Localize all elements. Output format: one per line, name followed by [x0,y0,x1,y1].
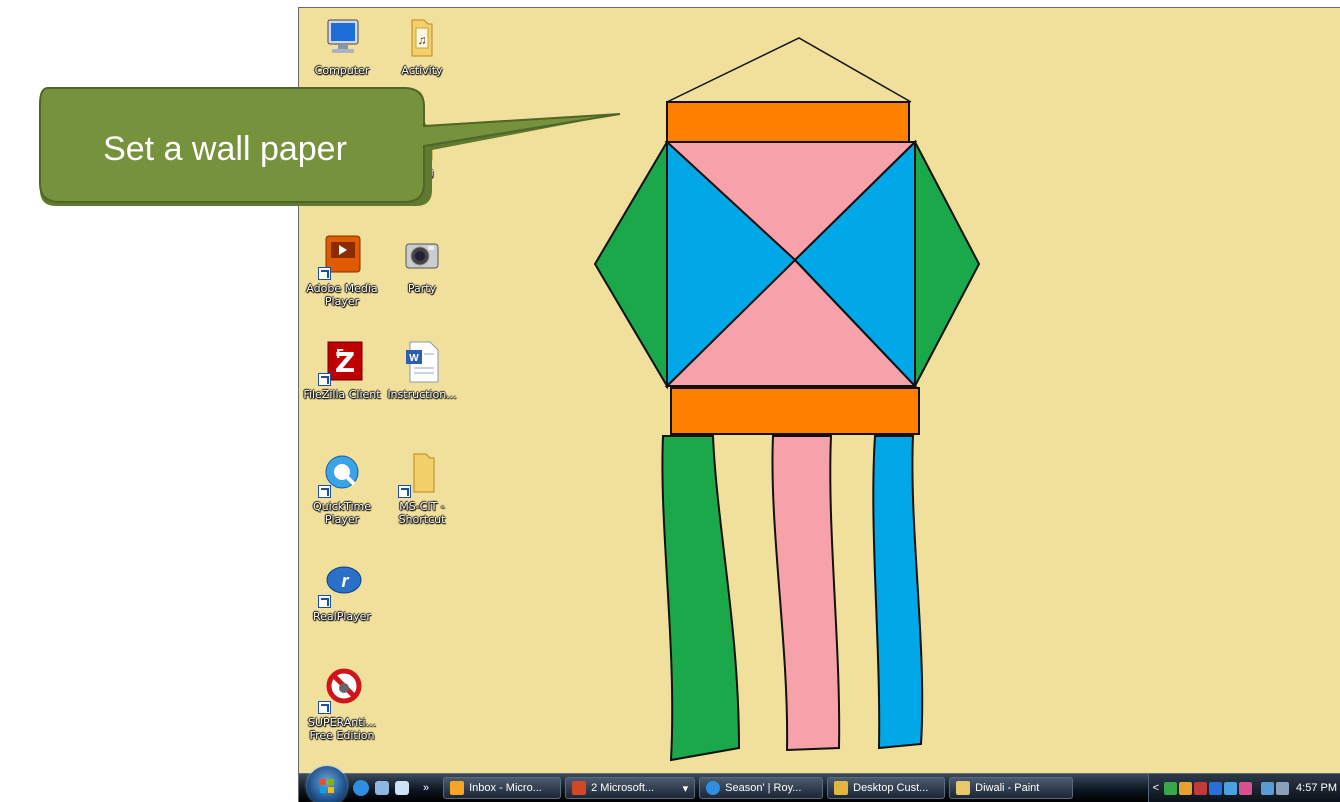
desktop-icon-label: RealPlayer [313,610,371,623]
taskbar-button-label: Season' | Roy... [725,782,802,794]
desktop-icon-instruction-doc[interactable]: W Instruction... [383,338,461,401]
desktop-icon-superantispyware[interactable]: SUPERAnti... Free Edition [303,666,381,742]
folder-icon [398,450,446,498]
taskbar-button-label: 2 Microsoft... [591,782,655,794]
paint-icon [956,781,971,795]
quicktime-icon [318,450,366,498]
taskbar-button-label: Inbox - Micro... [469,782,542,794]
desktop-icon-adobe-media-player[interactable]: Adobe Media Player [303,232,381,308]
desktop-icon-party[interactable]: Party [383,232,461,295]
control-panel-icon [834,781,849,795]
tray-app-icon[interactable] [1194,781,1208,795]
tray-app-icon[interactable] [1224,781,1238,795]
shortcut-arrow-icon [318,267,331,280]
system-tray: < 4:57 PM [1147,774,1340,802]
show-desktop-icon[interactable] [375,781,389,795]
shortcut-arrow-icon [318,701,331,714]
desktop-icon-label: Party [407,282,437,295]
taskbar-button-label: Desktop Cust... [853,782,929,794]
desktop-icon-label: Adobe Media Player [306,282,378,308]
filezilla-icon: ZF [318,338,366,386]
tray-app-icon[interactable] [1179,781,1193,795]
tray-expand-button[interactable]: < [1153,782,1159,794]
svg-text:F: F [336,347,344,361]
svg-text:W: W [409,353,419,364]
shortcut-arrow-icon [318,485,331,498]
desktop-icon-label: MS-CIT - Shortcut [398,500,446,526]
adobe-media-player-icon [318,232,366,280]
taskbar-button-desktop-customization[interactable]: Desktop Cust... [827,777,946,799]
desktop-icon-label: SUPERAnti... Free Edition [307,716,377,742]
realplayer-icon: r [318,560,366,608]
svg-text:r: r [341,571,349,591]
taskbar: » Inbox - Micro... 2 Microsoft... ▾ Seas… [299,766,1340,802]
taskbar-button-inbox[interactable]: Inbox - Micro... [443,777,562,799]
shortcut-arrow-icon [318,595,331,608]
taskbar-button-label: Diwali - Paint [975,782,1040,794]
shortcut-arrow-icon [398,485,411,498]
clock[interactable]: 4:57 PM [1296,782,1337,794]
quicklaunch-overflow[interactable]: » [423,782,429,794]
desktop-icon-label: FileZilla Client [303,388,381,401]
desktop-icon-realplayer[interactable]: r RealPlayer [303,560,381,623]
volume-icon[interactable] [1276,781,1290,795]
network-icon[interactable] [1261,781,1275,795]
taskbar-button-diwali-paint[interactable]: Diwali - Paint [949,777,1074,799]
desktop-icon-filezilla[interactable]: ZF FileZilla Client [303,338,381,401]
camera-icon [398,232,446,280]
word-document-icon: W [398,338,446,386]
tray-app-icon[interactable] [1239,781,1253,795]
desktop-icon-quicktime[interactable]: QuickTime Player [303,450,381,526]
tray-app-icon[interactable] [1209,781,1223,795]
superantispyware-icon [318,666,366,714]
windows-flag-icon [320,779,334,793]
taskbar-button-season[interactable]: Season' | Roy... [699,777,824,799]
start-button[interactable] [307,766,347,802]
internet-explorer-icon[interactable] [353,780,369,796]
tray-app-icon[interactable] [1164,781,1178,795]
desktop-icon-label: Instruction... [387,388,457,401]
taskbar-button-microsoft-group[interactable]: 2 Microsoft... ▾ [565,777,696,799]
internet-explorer-icon [706,781,721,795]
powerpoint-icon [572,781,587,795]
switch-windows-icon[interactable] [395,781,409,795]
desktop-icon-label: QuickTime Player [312,500,372,526]
outlook-icon [450,781,465,795]
desktop-icon-ms-cit[interactable]: MS-CIT - Shortcut [383,450,461,526]
callout-text: Set a wall paper [103,129,347,168]
chevron-down-icon: ▾ [682,782,689,795]
shortcut-arrow-icon [318,373,331,386]
